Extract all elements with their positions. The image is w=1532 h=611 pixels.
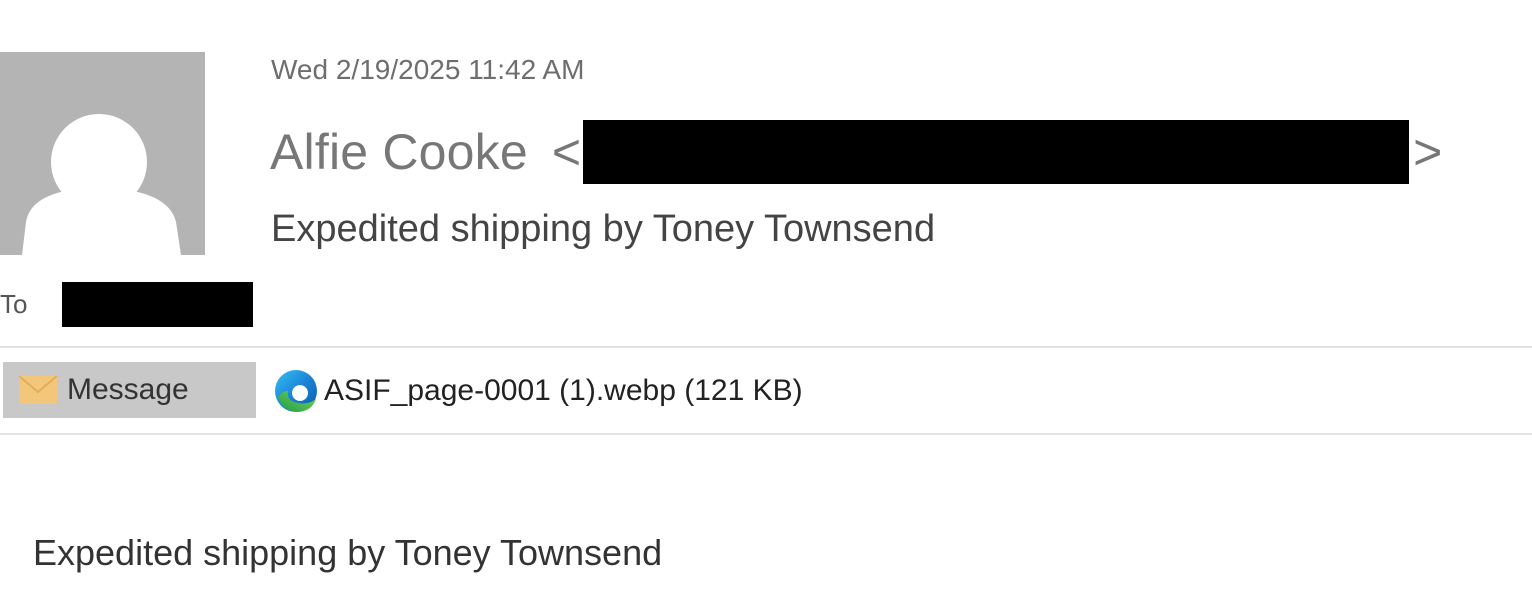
person-placeholder-icon — [22, 114, 181, 255]
attachment-name: ASIF_page-0001 (1).webp (121 KB) — [324, 374, 803, 407]
to-label: To — [0, 288, 28, 319]
message-tab[interactable]: Message — [3, 362, 256, 418]
redacted-sender-email — [583, 120, 1410, 184]
sender-avatar — [0, 52, 205, 255]
edge-browser-icon — [275, 370, 317, 412]
tabs-divider — [0, 433, 1532, 435]
envelope-icon — [19, 376, 57, 404]
sent-date: Wed 2/19/2025 11:42 AM — [271, 54, 585, 85]
email-subject: Expedited shipping by Toney Townsend — [271, 208, 936, 250]
sender-name[interactable]: Alfie Cooke — [270, 123, 528, 181]
to-row: To — [0, 281, 253, 327]
sender-line: Alfie Cooke < > — [270, 118, 1442, 186]
header-divider — [0, 346, 1532, 348]
message-tab-label: Message — [67, 373, 189, 406]
email-body-text: Expedited shipping by Toney Townsend — [33, 532, 663, 573]
redacted-recipient — [62, 281, 253, 327]
email-close-bracket: > — [1413, 124, 1443, 180]
email-open-bracket: < — [551, 124, 582, 180]
attachment-item[interactable]: ASIF_page-0001 (1).webp (121 KB) — [272, 366, 803, 416]
